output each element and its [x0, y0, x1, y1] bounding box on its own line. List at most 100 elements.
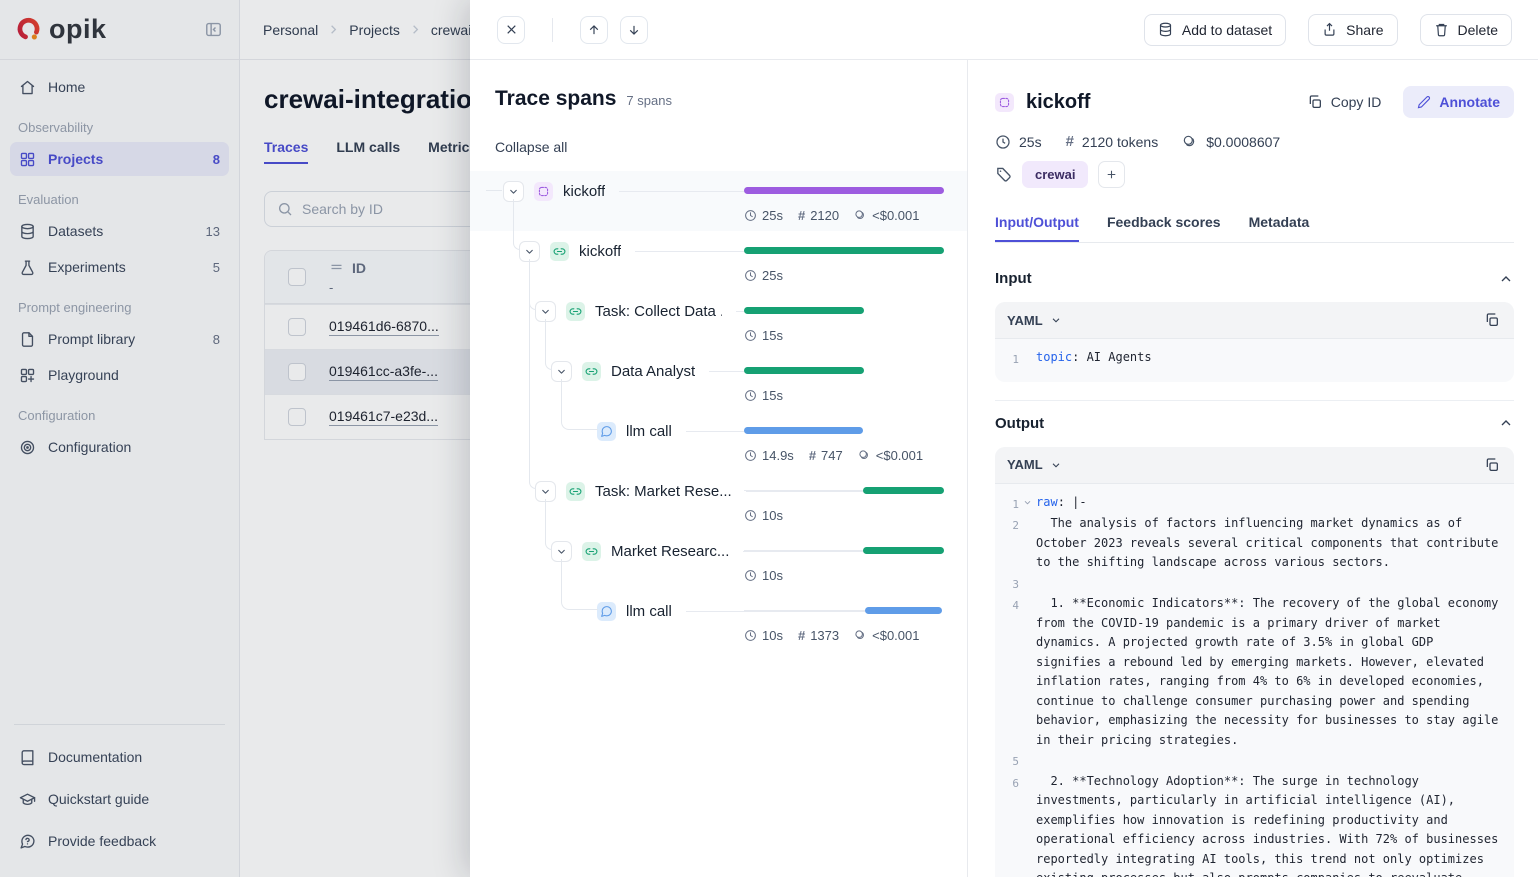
- trace-icon: [537, 185, 550, 198]
- trace-icon: [534, 182, 553, 201]
- copy-output-button[interactable]: [1484, 457, 1500, 473]
- span-stats: 25s: [744, 268, 944, 283]
- dataset-icon: [1158, 22, 1173, 37]
- drawer-toolbar: Add to dataset Share: [470, 0, 1538, 60]
- copy-icon: [1484, 312, 1500, 328]
- link-icon: [569, 305, 582, 318]
- duration-bar: [744, 427, 944, 434]
- chevron-down-icon: [556, 366, 567, 377]
- span-row-llm-call[interactable]: llm call 14.9s #747 <$0.001: [470, 411, 967, 471]
- copy-id-button[interactable]: Copy ID: [1307, 94, 1382, 110]
- input-output-pane: Input YAML: [995, 243, 1514, 877]
- span-row-kickoff[interactable]: kickoff25s#2120<$0.001: [470, 171, 967, 231]
- clock-icon: [744, 329, 757, 342]
- trace-spans-title: Trace spans: [495, 87, 616, 111]
- next-trace-button[interactable]: [620, 16, 648, 44]
- span-detail-title: kickoff: [1026, 91, 1090, 114]
- link-icon: [553, 245, 566, 258]
- delete-button[interactable]: Delete: [1420, 14, 1512, 46]
- span-stats: 15s: [744, 328, 944, 343]
- detail-tab-input-output[interactable]: Input/Output: [995, 214, 1079, 242]
- share-icon: [1322, 22, 1337, 37]
- chevron-down-icon: [556, 546, 567, 557]
- message-icon: [597, 602, 616, 621]
- link-icon: [585, 545, 598, 558]
- link-icon: [566, 482, 585, 501]
- annotate-label: Annotate: [1439, 94, 1500, 110]
- span-label: Data Analyst: [611, 363, 695, 380]
- message-icon: [600, 605, 613, 618]
- collapse-output-icon[interactable]: [1498, 415, 1514, 431]
- clock-icon: [744, 449, 757, 462]
- duration-stat: 15s: [744, 328, 783, 343]
- code-line: 2 The analysis of factors influencing ma…: [1003, 514, 1504, 573]
- output-section: Output YAML: [995, 415, 1514, 877]
- clock-icon: [744, 269, 757, 282]
- cost-stat: <$0.001: [858, 448, 923, 463]
- expand-chevron[interactable]: [535, 301, 556, 322]
- prev-trace-button[interactable]: [580, 16, 608, 44]
- span-row-kickoff[interactable]: kickoff25s: [470, 231, 967, 291]
- copy-id-label: Copy ID: [1331, 94, 1382, 110]
- link-icon: [550, 242, 569, 261]
- expand-chevron[interactable]: [519, 241, 540, 262]
- span-row-task-collect-data[interactable]: Task: Collect Data ...15s: [470, 291, 967, 351]
- clock-icon: [744, 629, 757, 642]
- clock-icon: [744, 329, 757, 342]
- arrow-down-icon: [627, 23, 641, 37]
- cost-stat: $0.0008607: [1182, 133, 1280, 150]
- line-number: 1: [1003, 348, 1019, 370]
- annotate-button[interactable]: Annotate: [1403, 86, 1514, 118]
- span-row-llm-call[interactable]: llm call10s#1373<$0.001: [470, 591, 967, 651]
- add-to-dataset-button[interactable]: Add to dataset: [1144, 14, 1286, 46]
- coins-icon: [858, 449, 871, 462]
- trace-icon: [998, 96, 1011, 109]
- clock-icon: [744, 629, 757, 642]
- expand-chevron[interactable]: [503, 181, 524, 202]
- link-icon: [566, 302, 585, 321]
- duration-stat: 10s: [744, 628, 783, 643]
- clock-icon: [744, 509, 757, 522]
- share-button[interactable]: Share: [1308, 14, 1397, 46]
- tag-chip-crewai[interactable]: crewai: [1022, 161, 1088, 188]
- chevron-down-icon: [540, 486, 551, 497]
- collapse-all-button[interactable]: Collapse all: [495, 139, 567, 155]
- span-row-market-researc[interactable]: Market Researc...10s: [470, 531, 967, 591]
- expand-chevron[interactable]: [535, 481, 556, 502]
- chevron-down-icon: [540, 306, 551, 317]
- add-tag-button[interactable]: [1098, 161, 1125, 188]
- clock-icon: [744, 389, 757, 402]
- hash-icon: #: [798, 628, 805, 643]
- copy-input-button[interactable]: [1484, 312, 1500, 328]
- input-section: Input YAML: [995, 270, 1514, 401]
- add-to-dataset-label: Add to dataset: [1182, 22, 1272, 38]
- collapse-line-icon[interactable]: [1023, 498, 1032, 507]
- share-label: Share: [1346, 22, 1383, 38]
- expand-chevron[interactable]: [551, 361, 572, 382]
- span-label: llm call: [626, 423, 672, 440]
- output-format-select[interactable]: YAML: [1007, 457, 1062, 472]
- chevron-down-icon: [508, 186, 519, 197]
- span-row-data-analyst[interactable]: Data Analyst15s: [470, 351, 967, 411]
- link-icon: [582, 362, 601, 381]
- clock-icon: [744, 389, 757, 402]
- duration-stat: 14.9s: [744, 448, 794, 463]
- trash-icon: [1434, 22, 1449, 37]
- detail-tab-feedback-scores[interactable]: Feedback scores: [1107, 214, 1221, 242]
- code-line: 3: [1003, 573, 1504, 595]
- clock-icon: [744, 449, 757, 462]
- close-button[interactable]: [497, 16, 525, 44]
- input-format-select[interactable]: YAML: [1007, 313, 1062, 328]
- tokens-stat: #747: [809, 448, 843, 463]
- leader-line: [619, 191, 744, 192]
- span-count: 7 spans: [626, 93, 672, 108]
- duration-bar: [744, 247, 944, 254]
- expand-chevron[interactable]: [551, 541, 572, 562]
- line-number: 6: [1003, 772, 1019, 794]
- chevron-down-icon: [524, 246, 535, 257]
- duration-bar: [744, 607, 944, 614]
- span-row-task-market-rese[interactable]: Task: Market Rese...10s: [470, 471, 967, 531]
- message-icon: [600, 425, 613, 438]
- detail-tab-metadata[interactable]: Metadata: [1249, 214, 1310, 242]
- collapse-input-icon[interactable]: [1498, 271, 1514, 287]
